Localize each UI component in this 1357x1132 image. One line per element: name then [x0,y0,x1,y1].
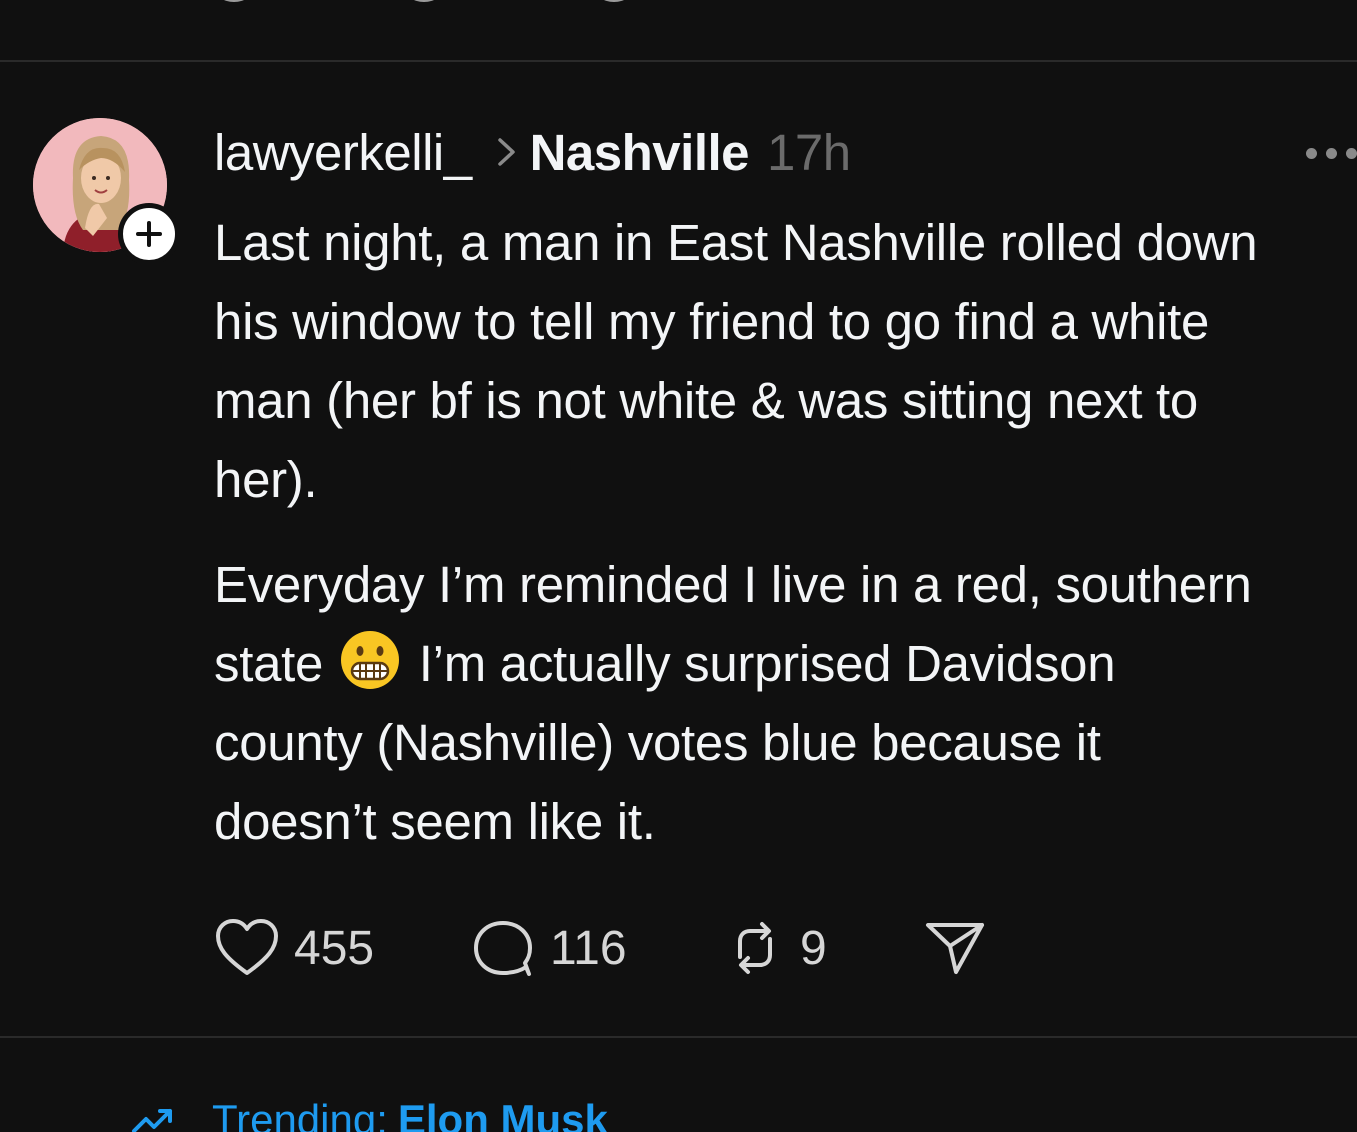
trending-link[interactable]: Trending: Elon Musk [130,1090,608,1132]
trending-label: Trending: [212,1096,388,1132]
comment-icon [474,921,532,976]
body-line: her). [214,451,318,508]
follow-button[interactable] [118,203,180,265]
previous-repost-icon[interactable] [594,0,634,2]
share-icon [926,923,984,974]
divider [0,1036,1357,1038]
divider [0,60,1357,62]
heart-icon [216,919,278,975]
trending-topic[interactable]: Elon Musk [398,1096,608,1132]
body-line: Last night, a man in East Nashville roll… [214,214,1258,271]
previous-post-actions [214,0,634,2]
previous-reply-icon[interactable] [404,0,444,2]
reply-button[interactable]: 116 [470,917,724,979]
repost-button[interactable]: 9 [724,917,924,979]
like-count: 455 [294,921,375,975]
body-line: Everyday I’m reminded I live in a red, s… [214,556,1252,613]
chevron-right-icon [497,138,515,166]
body-line: doesn’t seem like it. [214,793,656,850]
grimacing-face-emoji-icon [340,631,399,689]
topic-tag[interactable]: Nashville [530,123,750,182]
username[interactable]: lawyerkelli_ [214,123,472,182]
body-line: man (her bf is not white & was sitting n… [214,372,1198,429]
body-line: his window to tell my friend to go find … [214,293,1210,350]
post-actions: 455 116 9 [214,915,986,981]
repost-count: 9 [800,921,827,975]
post-body: Last night, a man in East Nashville roll… [214,203,1357,861]
body-line: county (Nashville) votes blue because it [214,714,1101,771]
timestamp: 17h [767,123,851,181]
body-text: state [214,635,337,692]
follow-plus-icon [136,221,162,247]
more-icon [1306,147,1317,159]
body-line-with-emoji: state I’m actually surprised Davidson [214,624,1357,703]
share-button[interactable] [924,919,986,977]
like-button[interactable]: 455 [214,918,470,978]
previous-like-icon[interactable] [214,0,254,2]
repost-icon [738,922,772,974]
reply-count: 116 [550,921,627,975]
trending-icon [132,1109,172,1132]
body-text: I’m actually surprised Davidson [404,635,1116,692]
post-header: lawyerkelli_ Nashville 17h [214,120,851,184]
more-button[interactable] [1306,138,1357,168]
threads-feed: lawyerkelli_ Nashville 17h Last night, a… [0,0,1357,1132]
